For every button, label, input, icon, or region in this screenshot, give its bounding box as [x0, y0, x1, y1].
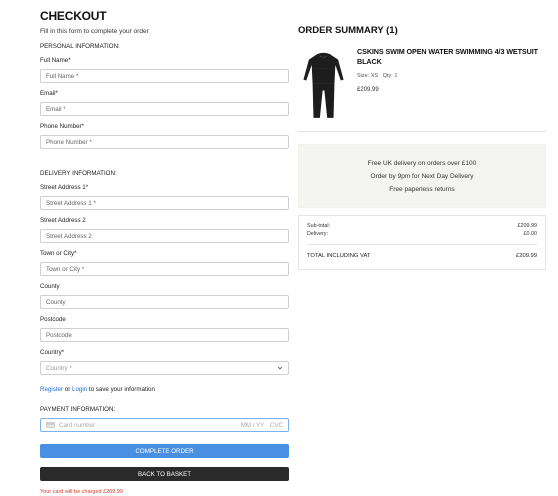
- register-link[interactable]: Register: [40, 386, 63, 393]
- street1-input[interactable]: Street Address 1 *: [40, 196, 289, 210]
- card-number-placeholder: Card number: [59, 421, 96, 429]
- product-qty: Qty: 1: [382, 73, 398, 79]
- delivery-value: £0.00: [523, 231, 538, 237]
- county-label: County: [40, 283, 60, 290]
- total-row: TOTAL INCLUDING VAT £209.99: [307, 244, 537, 260]
- street2-label: Street Address 2: [40, 217, 86, 224]
- product-meta: Size: XS Qty: 1: [357, 73, 546, 79]
- payment-info-heading: PAYMENT INFORMATION:: [40, 406, 116, 413]
- account-prompt: Register or Login to save your informati…: [40, 386, 289, 393]
- delivery-info-box: Free UK delivery on orders over £100 Ord…: [298, 144, 546, 208]
- country-value: Country *: [46, 364, 72, 372]
- county-input[interactable]: County: [40, 295, 289, 309]
- summary-product: CSKINS SWIM OPEN WATER SWIMMING 4/3 WETS…: [298, 47, 546, 132]
- or-text: or: [64, 386, 71, 393]
- page-title: CHECKOUT: [40, 9, 107, 23]
- subtotal-label: Sub-total:: [307, 223, 331, 229]
- email-input[interactable]: Email *: [40, 102, 289, 116]
- card-cvc-placeholder: CVC: [269, 421, 283, 429]
- delivery-line: Order by 9pm for Next Day Delivery: [370, 172, 474, 180]
- checkout-form: CHECKOUT Fill in this form to complete y…: [40, 9, 289, 495]
- subtotal-value: £209.99: [517, 223, 538, 229]
- phone-input[interactable]: Phone Number *: [40, 135, 289, 149]
- country-select[interactable]: Country *: [40, 361, 289, 375]
- wetsuit-image: [303, 52, 344, 118]
- order-summary: ORDER SUMMARY (1) CSKINS SWIM OPEN WATER…: [298, 25, 546, 270]
- delivery-line: Free UK delivery on orders over £100: [367, 159, 477, 167]
- email-label: Email*: [40, 90, 58, 97]
- subtotal-row: Sub-total: £209.99: [307, 222, 537, 230]
- page-subtitle: Fill in this form to complete your order: [40, 28, 149, 35]
- complete-order-button[interactable]: COMPLETE ORDER: [40, 444, 289, 458]
- card-expiry-placeholder: MM / YY: [240, 421, 265, 429]
- card-icon: [46, 422, 55, 428]
- street1-label: Street Address 1*: [40, 184, 89, 191]
- delivery-label: Delivery:: [307, 231, 328, 237]
- postcode-label: Postcode: [40, 316, 66, 323]
- product-size: Size: XS: [357, 73, 379, 79]
- order-summary-title: ORDER SUMMARY (1): [298, 25, 398, 36]
- town-label: Town or City*: [40, 250, 77, 257]
- login-link[interactable]: Login: [72, 386, 87, 393]
- save-info-text: to save your information: [88, 386, 155, 393]
- delivery-line: Free paperless returns: [389, 185, 455, 193]
- country-label: Country*: [40, 349, 65, 356]
- card-input[interactable]: Card number MM / YY CVC: [40, 418, 289, 432]
- delivery-info-heading: DELIVERY INFORMATION:: [40, 170, 117, 177]
- phone-placeholder: Phone Number *: [46, 138, 92, 146]
- street2-input[interactable]: Street Address 2: [40, 229, 289, 243]
- full-name-input[interactable]: Full Name *: [40, 69, 289, 83]
- street1-placeholder: Street Address 1 *: [46, 199, 96, 207]
- town-input[interactable]: Town or City *: [40, 262, 289, 276]
- product-price: £209.99: [357, 87, 379, 93]
- full-name-placeholder: Full Name *: [46, 72, 79, 80]
- town-placeholder: Town or City *: [46, 265, 85, 273]
- personal-info-heading: PERSONAL INFORMATION:: [40, 43, 120, 50]
- postcode-placeholder: Postcode: [46, 331, 72, 339]
- street2-placeholder: Street Address 2: [46, 232, 92, 240]
- phone-label: Phone Number*: [40, 123, 85, 130]
- postcode-input[interactable]: Postcode: [40, 328, 289, 342]
- charge-notice: Your card will be charged £209.99: [40, 489, 123, 495]
- chevron-down-icon: [277, 366, 283, 370]
- total-label: TOTAL INCLUDING VAT: [307, 253, 371, 259]
- product-name: CSKINS SWIM OPEN WATER SWIMMING 4/3 WETS…: [357, 47, 538, 66]
- full-name-label: Full Name*: [40, 57, 71, 64]
- delivery-row: Delivery: £0.00: [307, 230, 537, 238]
- email-placeholder: Email *: [46, 105, 66, 113]
- county-placeholder: County: [46, 298, 66, 306]
- totals-box: Sub-total: £209.99 Delivery: £0.00 TOTAL…: [298, 215, 546, 270]
- back-to-basket-button[interactable]: BACK TO BASKET: [40, 467, 289, 481]
- total-value: £209.99: [516, 253, 537, 259]
